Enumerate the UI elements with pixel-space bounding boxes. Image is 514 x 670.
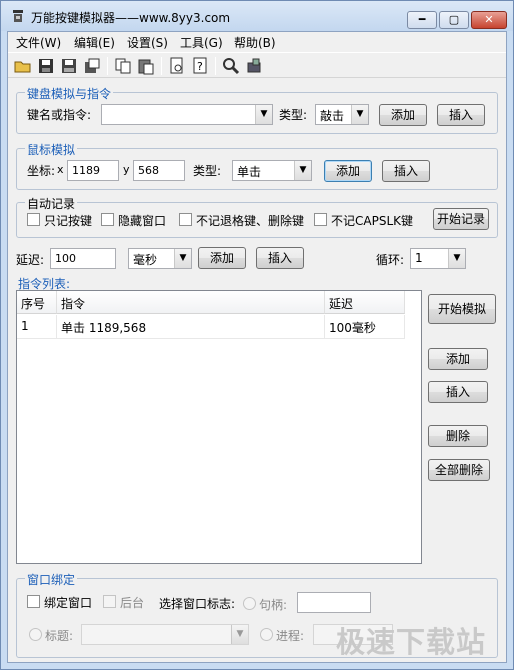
preview-icon[interactable] xyxy=(168,57,186,75)
skip-backspace-label: 不记退格键、删除键 xyxy=(196,214,305,228)
menu-tools[interactable]: 工具(G) xyxy=(180,34,223,51)
menu-help[interactable]: 帮助(B) xyxy=(234,34,276,51)
only-keys-label: 只记按键 xyxy=(44,214,93,228)
x-label: x xyxy=(57,163,64,176)
close-icon[interactable]: ✕ xyxy=(471,11,507,29)
key-label: 键名或指令: xyxy=(27,108,92,122)
mouse-insert-button[interactable]: 插入 xyxy=(382,160,430,182)
column-header-delay[interactable]: 延迟 xyxy=(325,291,405,314)
paste-icon[interactable] xyxy=(137,57,155,75)
menu-settings[interactable]: 设置(S) xyxy=(127,34,168,51)
skip-capslock-checkbox[interactable] xyxy=(314,213,327,226)
column-header-command[interactable]: 指令 xyxy=(57,291,325,314)
mouse-type-select[interactable]: 单击 ▼ xyxy=(232,160,312,181)
chevron-down-icon[interactable]: ▼ xyxy=(174,249,191,268)
window-bind-group-title: 窗口绑定 xyxy=(25,571,78,588)
toolbar-separator xyxy=(215,57,216,75)
keyboard-group: 键盘模拟与指令 键名或指令: ▼ 类型: 敲击 ▼ 添加 插入 xyxy=(16,85,498,134)
loop-label: 循环: xyxy=(376,253,405,267)
toolbar: ? xyxy=(8,52,506,78)
mouse-group-title: 鼠标模拟 xyxy=(25,141,78,158)
delay-insert-button[interactable]: 插入 xyxy=(256,247,304,269)
mouse-group: 鼠标模拟 坐标: x 1189 y 568 类型: 单击 ▼ 添加 插入 xyxy=(16,141,498,190)
menu-file[interactable]: 文件(W) xyxy=(16,34,61,51)
chevron-down-icon[interactable]: ▼ xyxy=(351,105,368,124)
mouse-type-label: 类型: xyxy=(193,164,222,178)
mouse-add-button[interactable]: 添加 xyxy=(324,160,372,182)
toolbar-separator xyxy=(107,57,108,75)
save-icon[interactable] xyxy=(37,57,55,75)
only-keys-checkbox[interactable] xyxy=(27,213,40,226)
toolbar-separator xyxy=(161,57,162,75)
start-record-button[interactable]: 开始记录 xyxy=(433,208,489,230)
key-type-label: 类型: xyxy=(279,108,308,122)
svg-text:?: ? xyxy=(197,60,203,73)
delay-unit-select[interactable]: 毫秒 ▼ xyxy=(128,248,192,269)
delay-add-button[interactable]: 添加 xyxy=(198,247,246,269)
chevron-down-icon[interactable]: ▼ xyxy=(255,105,272,124)
y-label: y xyxy=(123,163,130,176)
list-insert-button[interactable]: 插入 xyxy=(428,381,488,403)
skip-capslock-label: 不记CAPSLK键 xyxy=(331,214,413,228)
key-type-select[interactable]: 敲击 ▼ xyxy=(315,104,369,125)
client-area: 文件(W) 编辑(E) 设置(S) 工具(G) 帮助(B) ? 键盘模拟与指令 … xyxy=(7,31,507,663)
app-window: 万能按键模拟器——www.8yy3.com ━ ▢ ✕ 文件(W) 编辑(E) … xyxy=(0,0,514,670)
bind-window-checkbox[interactable] xyxy=(27,595,40,608)
menu-bar: 文件(W) 编辑(E) 设置(S) 工具(G) 帮助(B) xyxy=(8,32,506,52)
process-radio[interactable] xyxy=(260,628,273,641)
y-coord-input[interactable]: 568 xyxy=(133,160,185,181)
menu-edit[interactable]: 编辑(E) xyxy=(74,34,115,51)
save-as-icon[interactable] xyxy=(60,57,78,75)
open-folder-icon[interactable] xyxy=(14,57,32,75)
process-label: 进程: xyxy=(276,629,305,643)
export-icon[interactable] xyxy=(83,57,101,75)
start-simulate-button[interactable]: 开始模拟 xyxy=(428,294,496,324)
title-label: 标题: xyxy=(45,629,74,643)
list-add-button[interactable]: 添加 xyxy=(428,348,488,370)
tool-icon[interactable] xyxy=(245,57,263,75)
table-row-command[interactable]: 单击 1189,568 xyxy=(57,315,325,339)
keyboard-group-title: 键盘模拟与指令 xyxy=(25,85,114,102)
delay-label: 延迟: xyxy=(16,253,45,267)
chevron-down-icon[interactable]: ▼ xyxy=(294,161,311,180)
minimize-icon[interactable]: ━ xyxy=(407,11,437,29)
column-header-no[interactable]: 序号 xyxy=(17,291,57,314)
key-add-button[interactable]: 添加 xyxy=(379,104,427,126)
chevron-down-icon[interactable]: ▼ xyxy=(448,249,465,268)
record-group-title: 自动记录 xyxy=(25,195,78,212)
x-coord-input[interactable]: 1189 xyxy=(67,160,119,181)
hide-window-label: 隐藏窗口 xyxy=(118,214,167,228)
chevron-down-icon[interactable]: ▼ xyxy=(231,625,248,644)
background-label: 后台 xyxy=(120,596,145,610)
watermark: 极速下载站 xyxy=(336,625,487,659)
key-insert-button[interactable]: 插入 xyxy=(437,104,485,126)
handle-radio[interactable] xyxy=(243,597,256,610)
skip-backspace-checkbox[interactable] xyxy=(179,213,192,226)
command-list[interactable]: 序号 指令 延迟 1 单击 1189,568 100毫秒 xyxy=(16,290,422,564)
hide-window-checkbox[interactable] xyxy=(101,213,114,226)
app-icon xyxy=(13,10,23,22)
maximize-icon[interactable]: ▢ xyxy=(439,11,469,29)
key-input[interactable]: ▼ xyxy=(101,104,273,125)
handle-input[interactable] xyxy=(297,592,371,613)
list-delete-button[interactable]: 删除 xyxy=(428,425,488,447)
window-title: 万能按键模拟器——www.8yy3.com xyxy=(31,11,231,25)
select-window-label: 选择窗口标志: xyxy=(159,597,236,611)
title-bar[interactable]: 万能按键模拟器——www.8yy3.com ━ ▢ ✕ xyxy=(1,1,513,31)
table-row-delay[interactable]: 100毫秒 xyxy=(325,315,405,339)
loop-select[interactable]: 1 ▼ xyxy=(410,248,466,269)
delay-input[interactable]: 100 xyxy=(50,248,116,269)
record-group: 自动记录 只记按键 隐藏窗口 不记退格键、删除键 不记CAPSLK键 开始记录 xyxy=(16,195,498,238)
list-delete-all-button[interactable]: 全部删除 xyxy=(428,459,490,481)
search-icon[interactable] xyxy=(222,57,240,75)
help-icon[interactable]: ? xyxy=(191,57,209,75)
handle-label: 句柄: xyxy=(259,598,288,612)
title-radio[interactable] xyxy=(29,628,42,641)
copy-icon[interactable] xyxy=(114,57,132,75)
table-row-no[interactable]: 1 xyxy=(17,315,57,339)
coord-label: 坐标: xyxy=(27,164,56,178)
title-select[interactable]: ▼ xyxy=(81,624,249,645)
background-checkbox[interactable] xyxy=(103,595,116,608)
bind-window-label: 绑定窗口 xyxy=(44,596,93,610)
